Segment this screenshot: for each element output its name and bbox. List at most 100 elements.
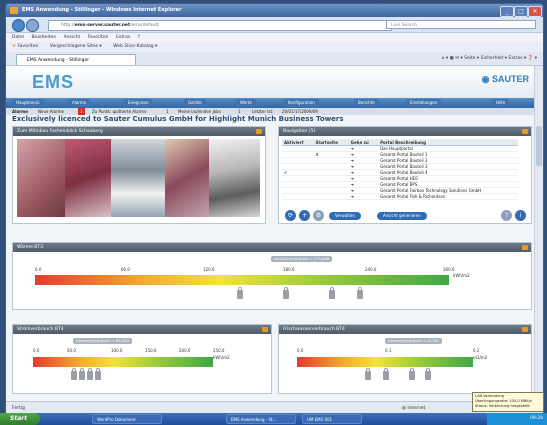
pin-icon[interactable] bbox=[522, 327, 528, 332]
photo-chef bbox=[111, 139, 165, 217]
tick: 180.0 bbox=[283, 267, 295, 272]
photo-restaurant-2 bbox=[65, 139, 111, 217]
lock-icon bbox=[365, 368, 371, 380]
zone-label: Internet bbox=[407, 406, 426, 411]
tick: 50.0 bbox=[67, 348, 76, 353]
waerme-total-callout: Gesamtverbrauch = 179,848 bbox=[271, 256, 333, 262]
nav-values[interactable]: Werte bbox=[236, 99, 256, 107]
jobs-count: 1 bbox=[238, 109, 241, 114]
jobs-link[interactable]: Meine laufenden Jobs bbox=[178, 108, 221, 115]
lock-icon bbox=[383, 368, 389, 380]
page-content: EMS ◉ SAUTER Hauptmenü Alarme Ereignisse… bbox=[6, 66, 535, 401]
page-title: Exclusively licenced to Sauter Cumulus G… bbox=[12, 115, 344, 123]
manage-button[interactable]: Verwalten bbox=[329, 212, 361, 220]
task-item[interactable]: UM EMS 001 bbox=[302, 414, 362, 424]
menu-favorites[interactable]: Favoriten bbox=[88, 35, 109, 40]
task-item[interactable]: WordPro Dokument bbox=[92, 414, 162, 424]
generate-view-button[interactable]: Ansicht generieren bbox=[377, 212, 427, 220]
strom-unit: kWh/m2 bbox=[213, 355, 230, 360]
sauter-mark-icon: ◉ bbox=[481, 74, 492, 84]
waerme-scale-bar bbox=[35, 275, 449, 285]
window-title: EMS Anwendung - Stillinger - Windows Int… bbox=[22, 7, 182, 13]
portal-description[interactable]: Gesamt Portal Fish & Richardson bbox=[378, 193, 518, 200]
address-bar-row: http://ems-server.sauter.net/ems/default… bbox=[6, 17, 543, 33]
forward-icon[interactable] bbox=[26, 19, 39, 32]
task-item[interactable]: EMS Anwendung - St... bbox=[226, 414, 296, 424]
refresh-icon[interactable]: ⟳ bbox=[285, 210, 296, 221]
command-bar[interactable]: ⌂ ▾ ▣ ✉ ▾ Seite ▾ Sicherheit ▾ Extras ▾ … bbox=[442, 54, 537, 63]
fav-webslice[interactable]: Web Slice-Katalog ▾ bbox=[113, 44, 157, 49]
help-icon[interactable]: ? bbox=[501, 210, 512, 221]
wasser-scale-bar bbox=[297, 357, 473, 367]
back-icon[interactable] bbox=[12, 19, 25, 32]
info-icon[interactable]: i bbox=[515, 210, 526, 221]
start-button[interactable]: Start bbox=[0, 413, 40, 425]
scroll-thumb[interactable] bbox=[536, 126, 542, 166]
menu-file[interactable]: Datei bbox=[12, 35, 24, 40]
pin-icon[interactable] bbox=[262, 327, 268, 332]
tick: 0.0 bbox=[297, 348, 304, 353]
wasser-gauge-title: Frischwasserverbrauch BT4 bbox=[283, 327, 345, 332]
tab-bar: EMS Anwendung - Stillinger ⌂ ▾ ▣ ✉ ▾ Sei… bbox=[6, 52, 543, 66]
navigation-panel-header: Navigation (5) bbox=[279, 127, 531, 136]
pin-icon[interactable] bbox=[256, 129, 262, 134]
app-header: EMS ◉ SAUTER bbox=[6, 66, 535, 98]
nav-config[interactable]: Konfiguration bbox=[284, 99, 319, 107]
last-value: 20/01/17/2009/09 bbox=[282, 109, 318, 114]
nav-help[interactable]: Hilfe bbox=[492, 99, 510, 107]
taskbar: Start WordPro Dokument EMS Anwendung - S… bbox=[0, 413, 547, 425]
wasser-unit: m3/m2 bbox=[473, 355, 488, 360]
star-icon: ★ bbox=[12, 44, 17, 49]
maximize-button[interactable]: □ bbox=[514, 6, 528, 17]
nav-home[interactable]: Hauptmenü bbox=[12, 99, 44, 107]
menu-tools[interactable]: Extras bbox=[116, 35, 130, 40]
address-input[interactable]: http://ems-server.sauter.net/ems/default bbox=[48, 20, 392, 31]
strom-scale-bar bbox=[33, 357, 213, 367]
lock-icon bbox=[79, 368, 85, 380]
menu-edit[interactable]: Bearbeiten bbox=[31, 35, 56, 40]
lock-icon bbox=[425, 368, 431, 380]
active-cell[interactable] bbox=[282, 193, 314, 200]
vertical-scrollbar[interactable] bbox=[534, 66, 543, 401]
photos-panel-title: Zum Mitinbau Facheinblick Schauberg bbox=[17, 129, 103, 134]
pin-icon[interactable] bbox=[522, 129, 528, 134]
menu-bar: Datei Bearbeiten Ansicht Favoriten Extra… bbox=[6, 33, 543, 42]
start-cell[interactable] bbox=[313, 193, 349, 200]
lock-icon bbox=[409, 368, 415, 380]
last-label: Letzter Ist: bbox=[252, 109, 274, 114]
new-alarms-link[interactable]: Neue Alarme bbox=[38, 108, 64, 115]
status-text: Fertig bbox=[12, 406, 25, 411]
alarm-label: Alarme bbox=[12, 109, 29, 114]
close-button[interactable]: ✕ bbox=[528, 6, 542, 17]
main-nav: Hauptmenü Alarme Ereignisse Geräte Werte… bbox=[6, 98, 535, 108]
menu-view[interactable]: Ansicht bbox=[64, 35, 81, 40]
tick: 100.0 bbox=[111, 348, 123, 353]
nav-alarms[interactable]: Alarme bbox=[68, 99, 91, 107]
goto-arrow-icon[interactable]: ➜ bbox=[348, 193, 379, 200]
strom-gauge-header: Stromverbrauch BT4 bbox=[13, 325, 271, 334]
tick: 300.0 bbox=[443, 267, 455, 272]
pending-alarms-link[interactable]: Zu Punkt: quittierte Alarme bbox=[92, 108, 147, 115]
add-icon[interactable]: + bbox=[299, 210, 310, 221]
table-row[interactable]: ➜ Gesamt Portal Fish & Richardson bbox=[282, 193, 518, 200]
tab-ems[interactable]: EMS Anwendung - Stillinger bbox=[16, 54, 136, 65]
ie-icon bbox=[10, 7, 18, 14]
fav-suggested[interactable]: Vorgeschlagene Sites ▾ bbox=[50, 44, 102, 49]
nav-events[interactable]: Ereignisse bbox=[124, 99, 153, 107]
minimize-button[interactable]: _ bbox=[500, 6, 514, 17]
wasser-total-callout: Gesamtverbrauch = 0,000 bbox=[385, 338, 442, 344]
search-input[interactable]: Live Search bbox=[386, 20, 536, 29]
tick: 0.1 bbox=[385, 348, 392, 353]
navigation-panel: Navigation (5) Aktiviert Startseite Gehe… bbox=[278, 126, 532, 224]
menu-help[interactable]: ? bbox=[138, 35, 140, 40]
nav-reports[interactable]: Berichte bbox=[354, 99, 379, 107]
pin-icon[interactable] bbox=[522, 245, 528, 250]
waerme-unit: kWh/m2 bbox=[453, 273, 470, 278]
favorites-button[interactable]: Favoriten bbox=[17, 44, 38, 49]
tick: 0.2 bbox=[473, 348, 480, 353]
waerme-gauge-header: Wärme BT3 bbox=[13, 243, 531, 252]
nav-devices[interactable]: Geräte bbox=[184, 99, 206, 107]
settings-icon[interactable]: ⚙ bbox=[313, 210, 324, 221]
nav-settings[interactable]: Einstellungen bbox=[406, 99, 442, 107]
system-tray: 09:28 bbox=[487, 413, 547, 425]
